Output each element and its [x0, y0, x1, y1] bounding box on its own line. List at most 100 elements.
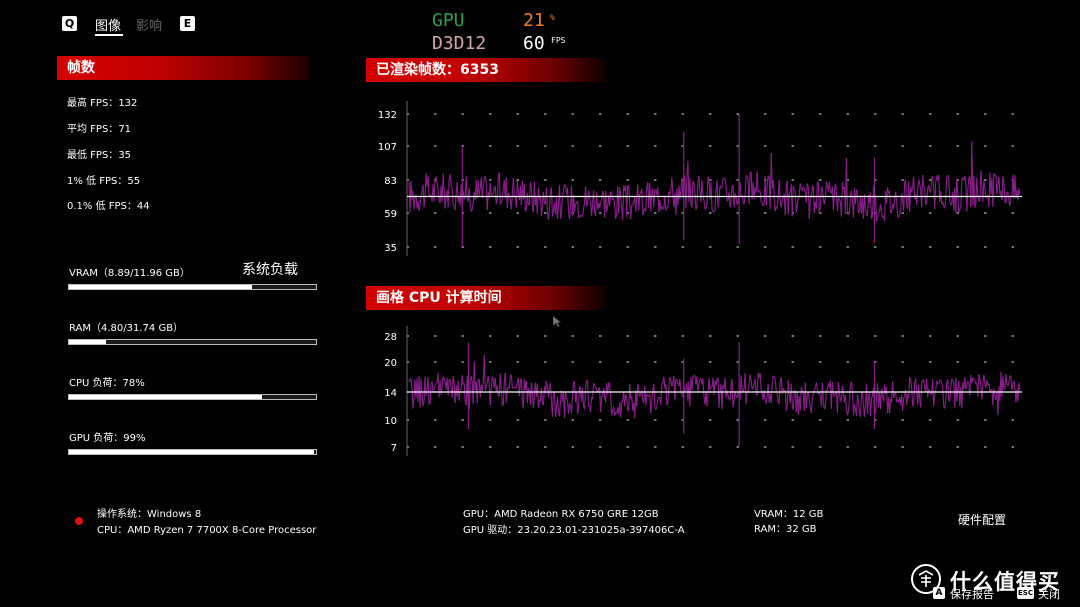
series-segment — [582, 388, 585, 407]
series-segment — [836, 197, 839, 212]
series-segment — [981, 382, 984, 400]
hardware-config-button[interactable]: 硬件配置 — [958, 511, 1006, 528]
series-segment — [776, 393, 779, 403]
series-segment — [593, 190, 596, 213]
e-key-hint[interactable]: E — [180, 16, 195, 31]
y-tick-label: 107 — [378, 142, 397, 153]
series-segment — [702, 194, 705, 201]
series-segment — [691, 376, 694, 391]
series-segment — [562, 184, 566, 190]
series-segment — [702, 378, 705, 397]
series-segment — [879, 203, 883, 213]
series-segment — [486, 191, 489, 211]
series-segment — [752, 383, 755, 389]
series-segment — [913, 176, 916, 200]
series-segment — [759, 373, 762, 390]
series-segment — [811, 393, 814, 399]
series-segment — [685, 175, 688, 209]
series-segment — [607, 382, 610, 395]
series-segment — [765, 396, 768, 404]
series-segment — [575, 202, 578, 205]
hud-gpu-unit: % — [550, 13, 555, 22]
series-segment — [473, 361, 476, 391]
tab-image[interactable]: 图像 — [95, 15, 121, 34]
series-segment — [568, 207, 572, 220]
series-segment — [780, 199, 783, 208]
series-segment — [542, 386, 545, 406]
save-key-hint[interactable]: A — [933, 587, 945, 599]
series-segment — [580, 214, 582, 217]
series-segment — [591, 203, 594, 216]
series-segment — [770, 386, 773, 404]
series-segment — [808, 199, 811, 220]
series-segment — [720, 186, 723, 189]
series-segment — [494, 186, 497, 205]
y-tick-label: 20 — [384, 358, 397, 369]
series-segment — [645, 393, 648, 406]
series-segment — [938, 379, 941, 385]
series-segment — [721, 384, 724, 410]
vram-load-fill — [69, 285, 252, 289]
series-segment — [635, 197, 638, 212]
series-segment — [547, 208, 551, 220]
series-segment — [776, 196, 779, 209]
series-segment — [442, 173, 445, 190]
close-button[interactable]: 关闭 — [1038, 586, 1060, 602]
series-segment — [913, 382, 916, 405]
series-segment — [628, 185, 631, 203]
series-segment — [726, 390, 729, 396]
series-segment — [656, 398, 659, 408]
series-segment — [471, 202, 474, 210]
series-segment — [632, 201, 635, 205]
series-segment — [815, 382, 818, 390]
series-segment — [436, 183, 439, 191]
cpu-time-chart: 7 10 14 20 28 毫秒 — [384, 322, 1023, 456]
series-segment — [590, 397, 593, 412]
series-segment — [545, 381, 548, 389]
q-key-hint[interactable]: Q — [62, 16, 77, 31]
series-segment — [620, 195, 623, 209]
series-segment — [714, 190, 717, 211]
tab-impact[interactable]: 影响 — [136, 15, 162, 34]
hud-gpu-label: GPU — [432, 10, 465, 31]
save-report-button[interactable]: 保存报告 — [950, 586, 994, 602]
cpu-load-bar — [68, 394, 317, 400]
gpu-driver-info: GPU 驱动：23.20.23.01-231025a-397406C-A — [463, 525, 685, 536]
series-segment — [698, 175, 701, 191]
series-segment — [669, 190, 672, 195]
series-segment — [427, 377, 430, 405]
series-segment — [679, 378, 682, 394]
series-segment — [433, 384, 436, 390]
series-segment — [540, 205, 543, 217]
series-segment — [828, 181, 831, 191]
series-segment — [550, 187, 554, 217]
system-load-title: 系统负载 — [242, 262, 298, 278]
series-segment — [765, 185, 768, 206]
series-segment — [706, 396, 709, 407]
series-segment — [944, 400, 947, 409]
fps-chart: 35 59 83 107 132 FPS — [378, 95, 1023, 256]
esc-key-hint[interactable]: ESC — [1017, 587, 1034, 599]
series-segment — [542, 192, 545, 204]
series-segment — [609, 384, 612, 396]
series-segment — [450, 185, 453, 189]
series-segment — [506, 193, 509, 208]
series-segment — [780, 377, 783, 394]
series-segment — [645, 185, 648, 212]
series-segment — [834, 183, 837, 192]
series-segment — [522, 379, 525, 409]
y-unit-label: 毫秒 — [1000, 322, 1020, 323]
mouse-cursor-icon — [553, 316, 562, 328]
series-segment — [863, 405, 867, 417]
series-segment — [618, 187, 621, 214]
series-segment — [889, 191, 892, 213]
series-segment — [923, 379, 926, 389]
series-segment — [916, 189, 919, 205]
active-tab-underline — [95, 34, 123, 36]
series-segment — [878, 210, 881, 214]
series-segment — [500, 199, 503, 203]
series-segment — [919, 183, 922, 190]
series-segment — [703, 200, 706, 210]
series-segment — [855, 394, 859, 417]
series-segment — [583, 202, 586, 209]
